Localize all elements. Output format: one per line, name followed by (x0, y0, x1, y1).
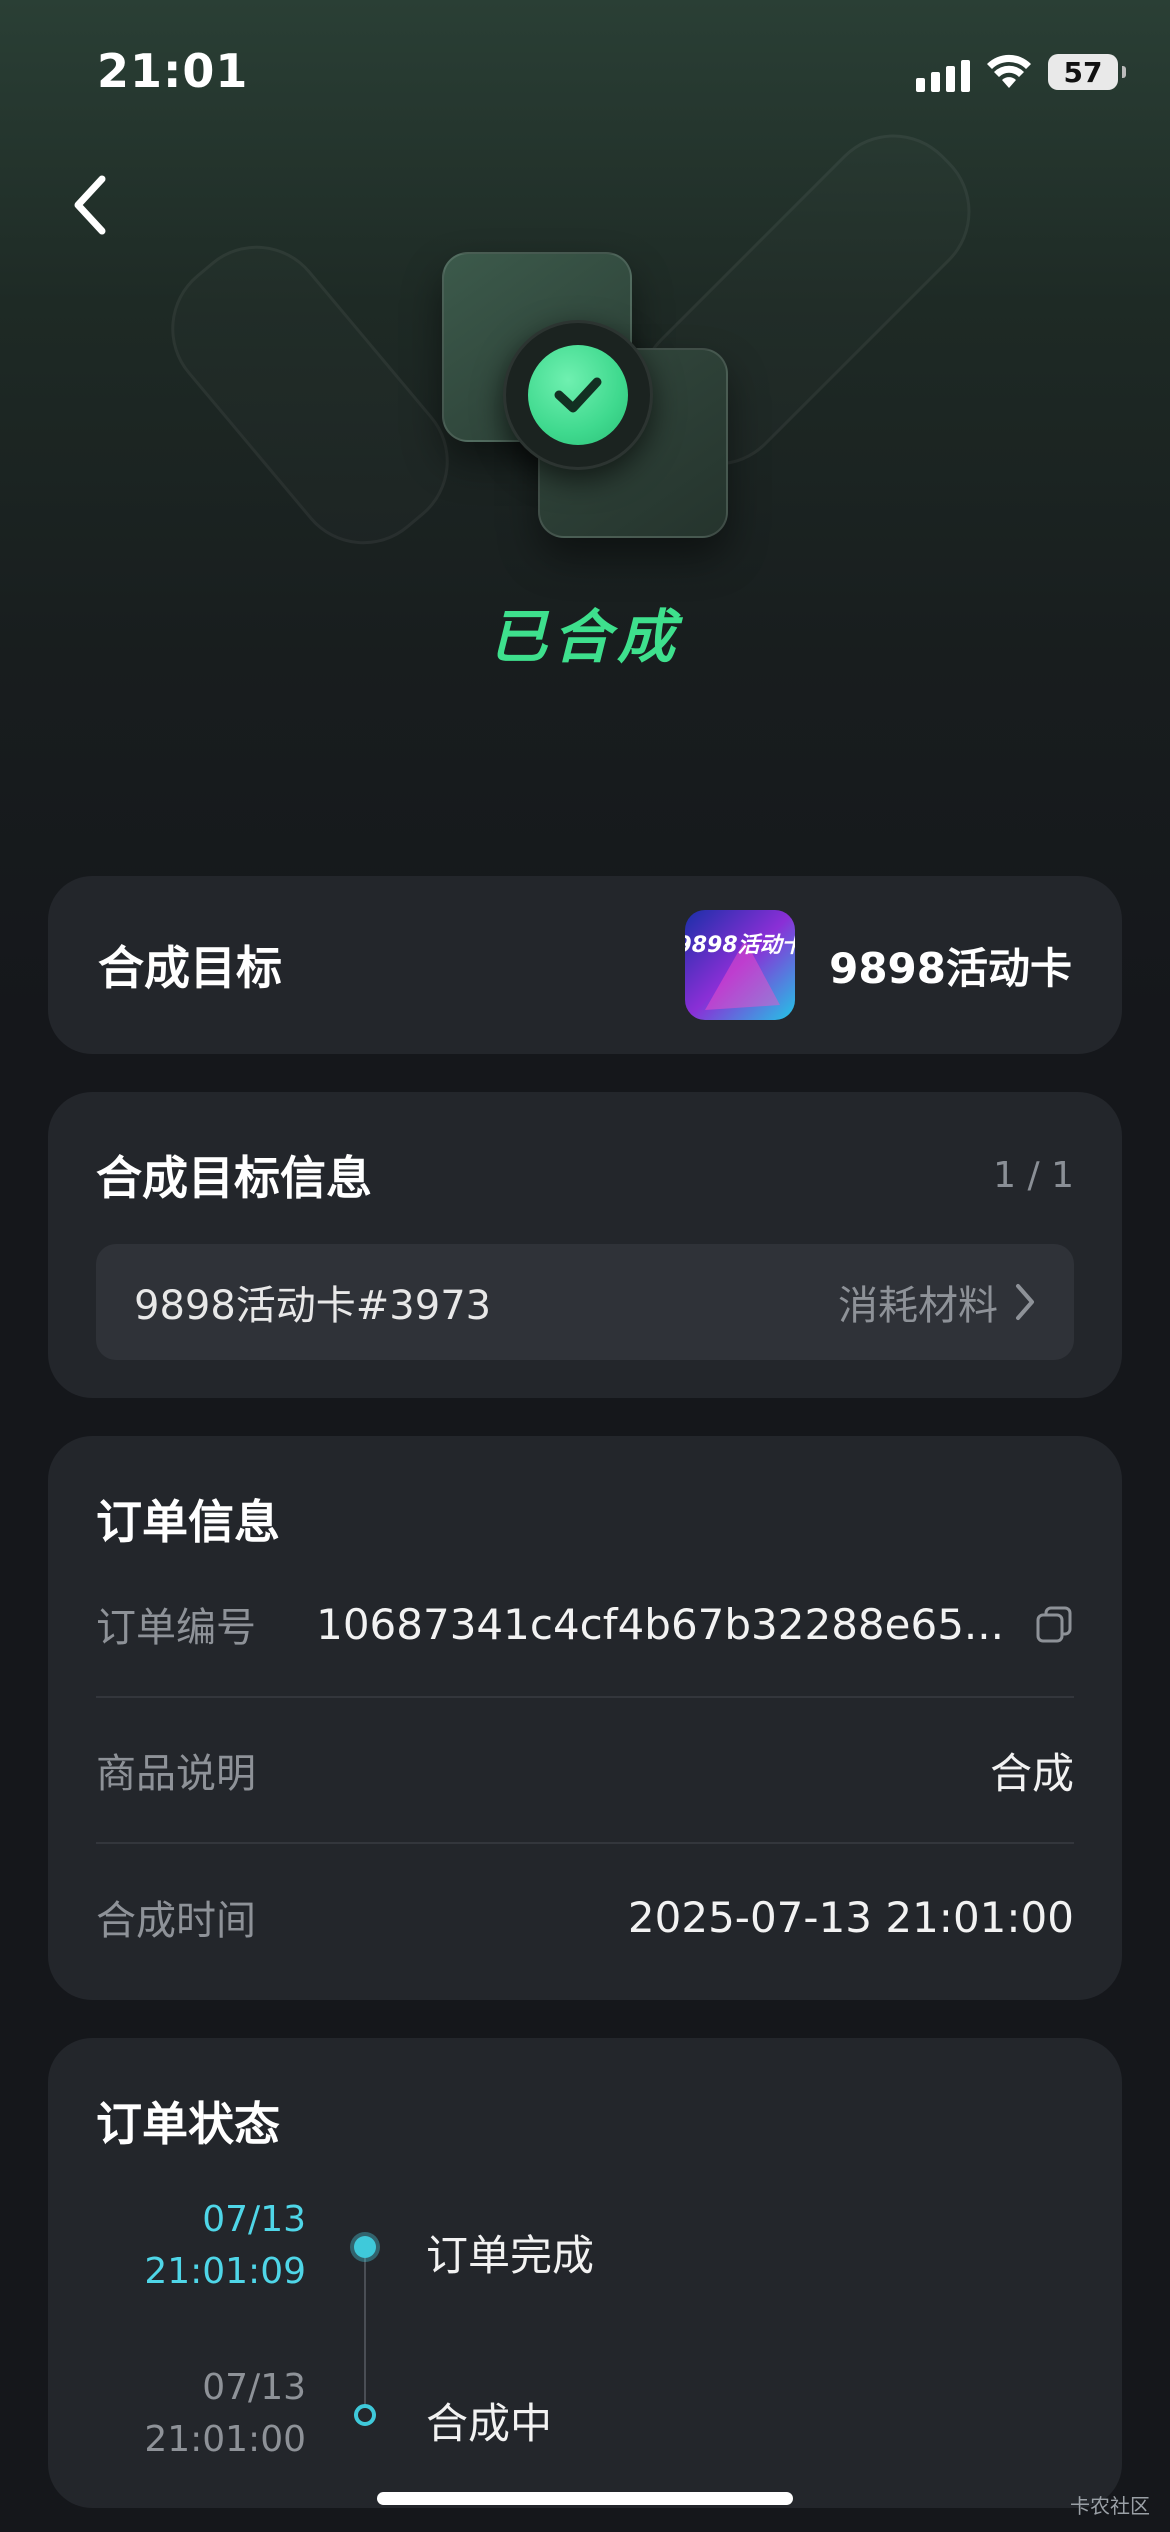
status-title: 已合成 (488, 603, 681, 671)
battery-indicator: 57 (1048, 54, 1126, 90)
check-icon (554, 377, 602, 413)
success-badge (503, 320, 653, 470)
status-time: 21:01 (97, 44, 249, 98)
merge-time-value: 2025-07-13 21:01:00 (627, 1892, 1074, 1942)
item-action-label: 消耗材料 (838, 1283, 998, 1329)
hero-illustration (142, 105, 1000, 573)
target-info-title: 合成目标信息 (96, 1151, 372, 1205)
order-status-title: 订单状态 (96, 2097, 280, 2151)
order-number-label: 订单编号 (96, 1605, 256, 1651)
item-counter: 1 / 1 (993, 1154, 1074, 1196)
cellular-signal-icon (916, 52, 970, 92)
step-label: 合成中 (426, 2399, 553, 2448)
step-time: 21:01:00 (144, 2419, 306, 2460)
product-desc-label: 商品说明 (96, 1751, 256, 1797)
order-info-card: 订单信息 订单编号 10687341c4cf4b67b32288e65... 商… (48, 1436, 1122, 2000)
step-datetime: 07/13 21:01:00 (96, 2362, 306, 2466)
step-datetime: 07/13 21:01:09 (96, 2194, 306, 2298)
order-number-value: 10687341c4cf4b67b32288e65... (316, 1599, 1004, 1649)
target-label: 合成目标 (98, 941, 282, 995)
target-name: 9898活动卡 (829, 943, 1072, 993)
order-row: 订单编号 10687341c4cf4b67b32288e65... (96, 1552, 1074, 1698)
item-name: 9898活动卡#3973 (134, 1283, 492, 1329)
order-info-rows: 订单编号 10687341c4cf4b67b32288e65... 商品说明 合… (96, 1552, 1074, 1990)
step-date: 07/13 (202, 2367, 306, 2408)
status-timeline: 07/13 21:01:09 订单完成 07/13 21:01:00 合成中 (96, 2194, 1074, 2530)
step-time: 21:01:09 (144, 2251, 306, 2292)
status-icons: 57 (916, 52, 1126, 92)
card-thumbnail: 9898活动卡 (685, 910, 796, 1020)
merge-time-label: 合成时间 (96, 1898, 256, 1944)
step-label: 订单完成 (426, 2231, 595, 2280)
copy-icon[interactable] (1034, 1604, 1074, 1644)
app-screen: 21:01 57 已合成 合成目标 898活动 9898活动卡 合成目标信息 1… (0, 0, 1170, 2532)
target-item: 9898活动卡 9898活动卡 (685, 910, 1072, 1020)
chevron-right-icon (1016, 1284, 1034, 1320)
watermark: 卡农社区 (1070, 2494, 1150, 2518)
target-info-card: 合成目标信息 1 / 1 9898活动卡#3973 消耗材料 (48, 1092, 1122, 1398)
order-info-title: 订单信息 (96, 1495, 280, 1549)
order-row: 商品说明 合成 (96, 1698, 1074, 1844)
wifi-icon (987, 54, 1031, 88)
target-item-row[interactable]: 9898活动卡#3973 消耗材料 (96, 1244, 1074, 1360)
step-dot (354, 2404, 376, 2426)
order-row: 合成时间 2025-07-13 21:01:00 (96, 1844, 1074, 1990)
chevron-left-icon (74, 175, 106, 235)
consume-materials-link[interactable]: 消耗材料 (838, 1273, 1036, 1331)
home-indicator (377, 2492, 793, 2505)
product-desc-value: 合成 (989, 1748, 1074, 1798)
timeline-step: 07/13 21:01:09 订单完成 (96, 2194, 1074, 2362)
step-dot-active (354, 2236, 376, 2258)
target-card: 合成目标 9898活动卡 9898活动卡 (48, 876, 1122, 1054)
step-date: 07/13 (202, 2199, 306, 2240)
back-button[interactable] (60, 170, 120, 240)
order-status-card: 订单状态 07/13 21:01:09 订单完成 07/13 21:01:00 … (48, 2038, 1122, 2508)
decor-shape (142, 217, 478, 573)
thumb-text: 9898活动卡 (685, 933, 795, 958)
